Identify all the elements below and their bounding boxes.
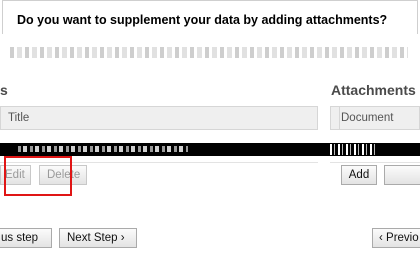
title-column-header[interactable]: Title xyxy=(8,112,29,124)
attachments-section-title: Attachments xyxy=(331,82,416,98)
previous-step-button[interactable]: us step xyxy=(0,228,52,248)
garbled-subtext xyxy=(10,47,408,58)
left-grid-header: Title xyxy=(0,106,318,130)
dialog-title: Do you want to supplement your data by a… xyxy=(17,13,388,27)
document-column-header[interactable]: Document xyxy=(341,107,393,129)
dialog-header: Do you want to supplement your data by a… xyxy=(2,0,418,34)
attachments-grid-header: Document xyxy=(330,106,420,130)
render-artifact-left xyxy=(18,146,188,152)
render-artifact-right xyxy=(330,144,376,155)
attachment-extra-button[interactable] xyxy=(384,165,420,185)
previous-step-button-right[interactable]: ‹ Previo xyxy=(372,228,420,248)
add-attachment-button[interactable]: Add xyxy=(341,165,377,185)
next-step-button[interactable]: Next Step › xyxy=(59,228,137,248)
select-column-header xyxy=(331,107,340,129)
edit-highlight-box xyxy=(4,156,72,196)
left-section-title: s xyxy=(0,82,8,98)
